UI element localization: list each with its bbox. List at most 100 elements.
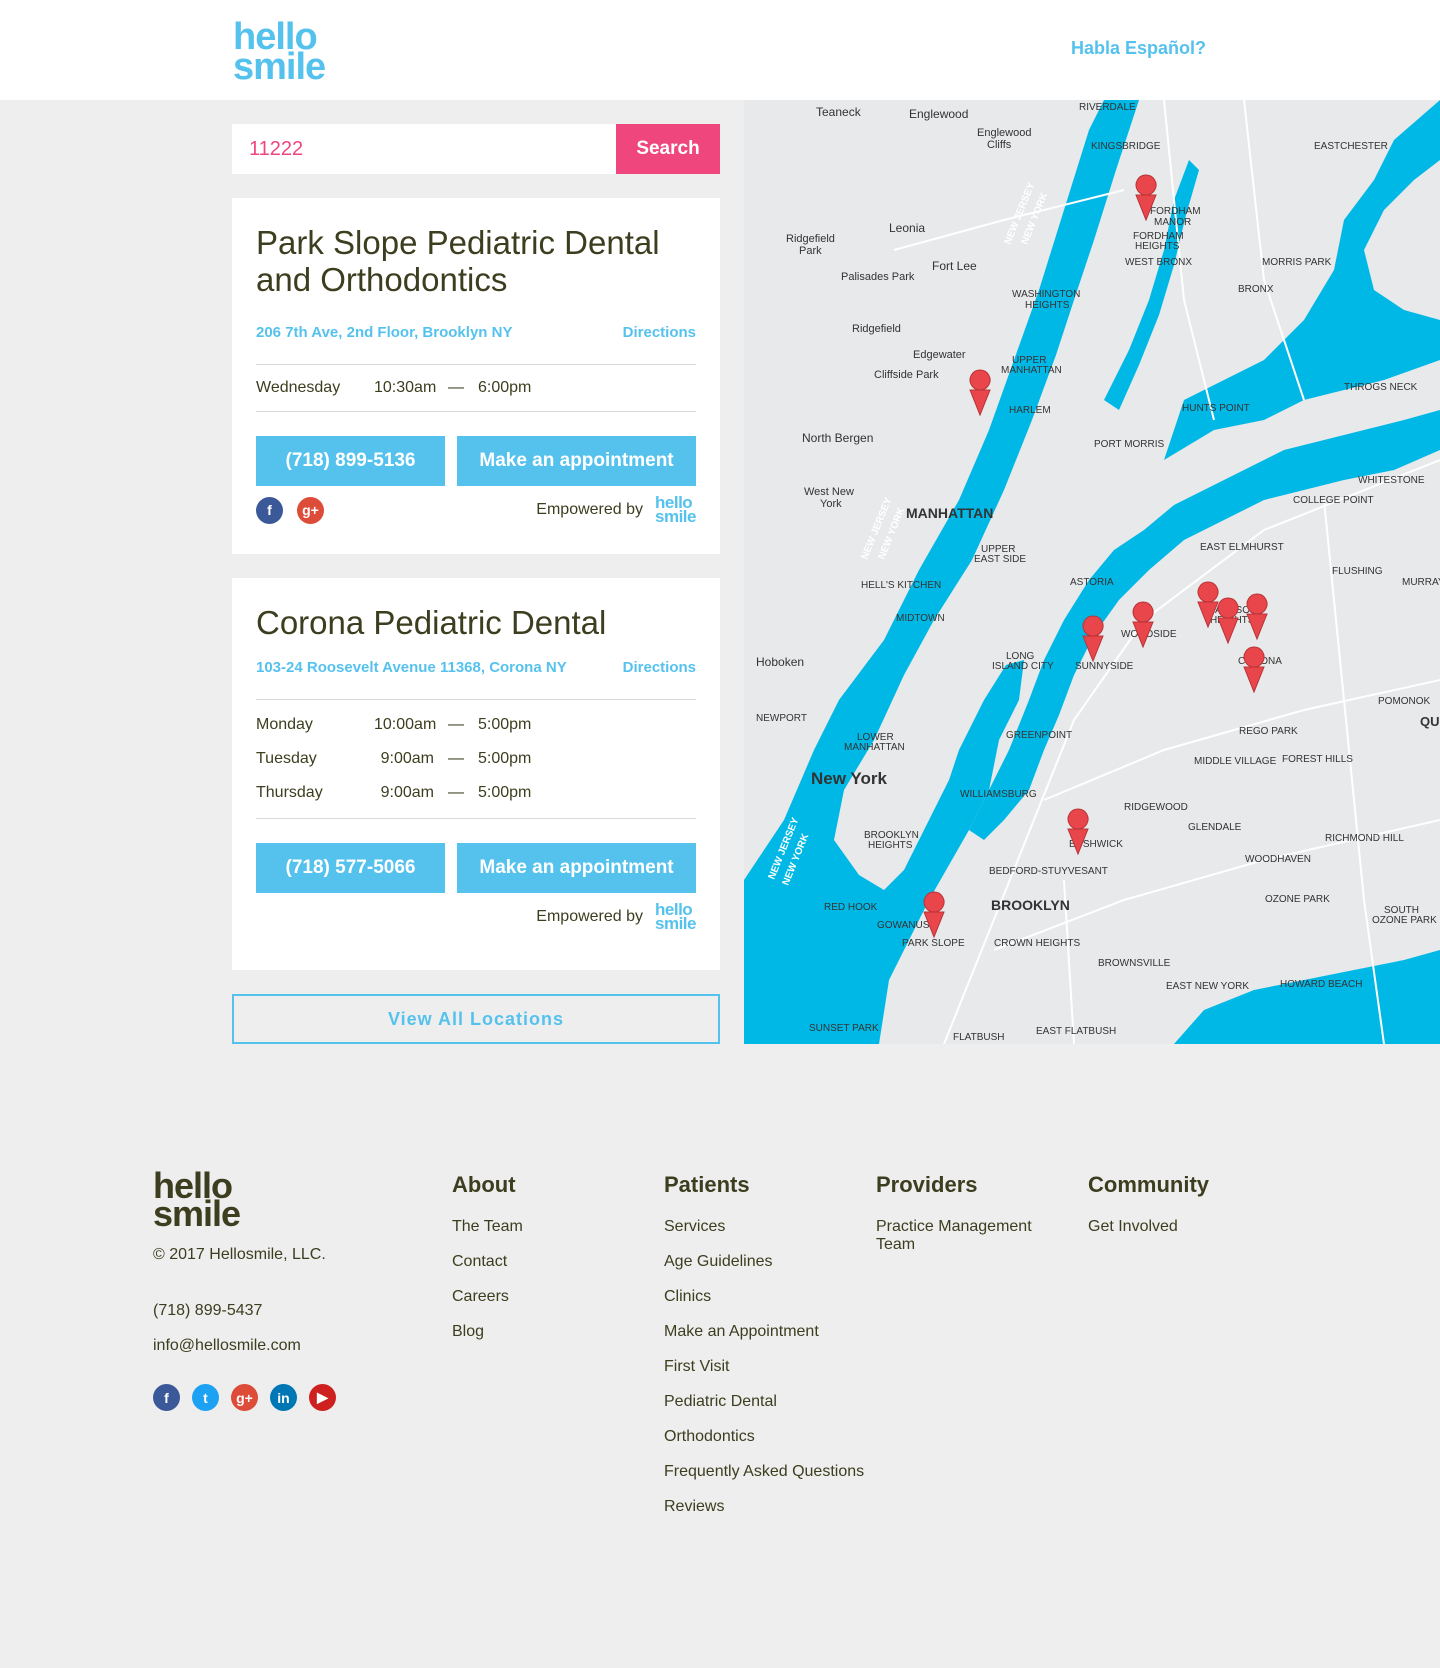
footer-link[interactable]: Contact [452, 1253, 523, 1271]
svg-text:SUNNYSIDE: SUNNYSIDE [1075, 661, 1134, 672]
hours-row: Monday 10:00am — 5:00pm [256, 708, 696, 742]
hellosmile-mini-logo: hello smile [655, 493, 696, 526]
svg-text:WEST BRONX: WEST BRONX [1125, 257, 1192, 268]
footer-link[interactable]: Age Guidelines [664, 1253, 864, 1271]
call-clinic-button[interactable]: (718) 577-5066 [256, 843, 445, 893]
footer-link[interactable]: Services [664, 1218, 864, 1236]
youtube-icon[interactable]: ▶ [309, 1384, 336, 1411]
hellosmile-logo[interactable]: hello smile [233, 18, 326, 86]
svg-text:Cliffs: Cliffs [987, 139, 1012, 151]
hours-list: Monday 10:00am — 5:00pm Tuesday 9:00am —… [256, 700, 696, 818]
facebook-icon[interactable]: f [256, 496, 283, 524]
make-appointment-button[interactable]: Make an appointment [457, 436, 696, 486]
footer-link[interactable]: Pediatric Dental [664, 1393, 864, 1411]
hours-dash: — [448, 784, 464, 801]
google-plus-icon[interactable]: g+ [297, 496, 324, 524]
hours-day: Monday [256, 716, 313, 733]
hours-row: Thursday 9:00am — 5:00pm [256, 776, 696, 810]
svg-text:West New: West New [804, 486, 854, 498]
svg-text:HEIGHTS: HEIGHTS [1025, 300, 1070, 311]
footer-link[interactable]: Careers [452, 1288, 523, 1306]
svg-text:BROWNSVILLE: BROWNSVILLE [1098, 958, 1171, 969]
svg-text:Ridgefield: Ridgefield [786, 233, 835, 245]
svg-text:PARK SLOPE: PARK SLOPE [902, 938, 965, 949]
footer-logo[interactable]: hello smile [153, 1168, 241, 1232]
clinic-name: Corona Pediatric Dental [256, 604, 607, 641]
divider [256, 818, 696, 819]
hours-open: 10:00am [374, 716, 437, 733]
map-canvas[interactable]: Teaneck Englewood Englewood Cliffs RIVER… [744, 100, 1440, 1044]
footer-link[interactable]: Clinics [664, 1288, 864, 1306]
habla-espanol-link[interactable]: Habla Español? [1071, 38, 1206, 59]
svg-text:PORT MORRIS: PORT MORRIS [1094, 439, 1165, 450]
view-all-locations-button[interactable]: View All Locations [232, 994, 720, 1044]
svg-text:HEIGHTS: HEIGHTS [868, 840, 913, 851]
hours-day: Wednesday [256, 379, 341, 396]
empowered-by: Empowered by hello smile [536, 901, 696, 932]
hours-open: 9:00am [380, 784, 434, 801]
svg-text:New York: New York [811, 769, 887, 788]
footer-link[interactable]: Blog [452, 1323, 523, 1341]
clinic-name: Park Slope Pediatric Dental and Orthodon… [256, 224, 660, 298]
svg-text:Hoboken: Hoboken [756, 655, 804, 669]
empowered-by-text: Empowered by [536, 908, 644, 925]
footer-link[interactable]: Reviews [664, 1498, 864, 1516]
google-plus-icon[interactable]: g+ [231, 1384, 258, 1411]
svg-text:Englewood: Englewood [909, 107, 968, 121]
footer-column-title: Patients [664, 1172, 750, 1197]
svg-text:MIDTOWN: MIDTOWN [896, 613, 945, 624]
svg-text:OZONE PARK: OZONE PARK [1265, 894, 1330, 905]
svg-text:Ridgefield: Ridgefield [852, 323, 901, 335]
svg-text:RIDGEWOOD: RIDGEWOOD [1124, 802, 1188, 813]
linkedin-icon[interactable]: in [270, 1384, 297, 1411]
footer-column-providers: Providers Practice Management Team [876, 1172, 1046, 1271]
zip-search-input[interactable] [232, 124, 616, 174]
search-button[interactable]: Search [616, 124, 720, 174]
hours-list: Wednesday 10:30am — 6:00pm [256, 365, 696, 411]
svg-text:WHITESTONE: WHITESTONE [1358, 475, 1425, 486]
svg-text:Fort Lee: Fort Lee [932, 259, 977, 273]
svg-text:MORRIS PARK: MORRIS PARK [1262, 257, 1332, 268]
footer-link[interactable]: First Visit [664, 1358, 864, 1376]
svg-text:Teaneck: Teaneck [816, 105, 862, 119]
svg-text:Palisades Park: Palisades Park [841, 271, 915, 283]
site-header: hello smile Habla Español? [0, 0, 1440, 100]
footer-link[interactable]: The Team [452, 1218, 523, 1236]
make-appointment-button[interactable]: Make an appointment [457, 843, 696, 893]
svg-text:BRONX: BRONX [1238, 284, 1274, 295]
footer-link[interactable]: Frequently Asked Questions [664, 1463, 864, 1481]
svg-text:FLATBUSH: FLATBUSH [953, 1032, 1005, 1043]
hours-row: Wednesday 10:30am — 6:00pm [256, 371, 696, 405]
footer-link[interactable]: Practice Management Team [876, 1218, 1046, 1254]
clinic-map[interactable]: Teaneck Englewood Englewood Cliffs RIVER… [744, 100, 1440, 1044]
directions-link[interactable]: Directions [623, 324, 696, 341]
svg-text:FLUSHING: FLUSHING [1332, 566, 1383, 577]
footer-email[interactable]: info@hellosmile.com [153, 1337, 301, 1355]
svg-text:Edgewater: Edgewater [913, 349, 966, 361]
footer-column-title: About [452, 1172, 516, 1197]
footer-phone[interactable]: (718) 899-5437 [153, 1302, 262, 1320]
hours-row: Tuesday 9:00am — 5:00pm [256, 742, 696, 776]
svg-text:WILLIAMSBURG: WILLIAMSBURG [960, 789, 1037, 800]
svg-text:WASHINGTON: WASHINGTON [1012, 289, 1080, 300]
svg-text:Park: Park [799, 245, 822, 257]
footer-link[interactable]: Orthodontics [664, 1428, 864, 1446]
call-clinic-button[interactable]: (718) 899-5136 [256, 436, 445, 486]
svg-text:RED HOOK: RED HOOK [824, 902, 878, 913]
twitter-icon[interactable]: t [192, 1384, 219, 1411]
clinic-social-icons: f g+ [256, 496, 324, 524]
svg-text:HUNTS POINT: HUNTS POINT [1182, 403, 1250, 414]
svg-text:FOREST HILLS: FOREST HILLS [1282, 754, 1353, 765]
hours-open: 9:00am [380, 750, 434, 767]
facebook-icon[interactable]: f [153, 1384, 180, 1411]
footer-link[interactable]: Make an Appointment [664, 1323, 864, 1341]
footer-link[interactable]: Get Involved [1088, 1218, 1209, 1236]
directions-link[interactable]: Directions [623, 659, 696, 676]
hours-day: Thursday [256, 784, 323, 801]
empowered-by-text: Empowered by [536, 501, 644, 518]
footer-column-about: About The Team Contact Careers Blog [452, 1172, 523, 1358]
clinic-actions: (718) 577-5066 Make an appointment [256, 843, 696, 893]
svg-text:EAST FLATBUSH: EAST FLATBUSH [1036, 1026, 1116, 1037]
svg-text:CROWN HEIGHTS: CROWN HEIGHTS [994, 938, 1080, 949]
svg-text:HEIGHTS: HEIGHTS [1135, 241, 1180, 252]
